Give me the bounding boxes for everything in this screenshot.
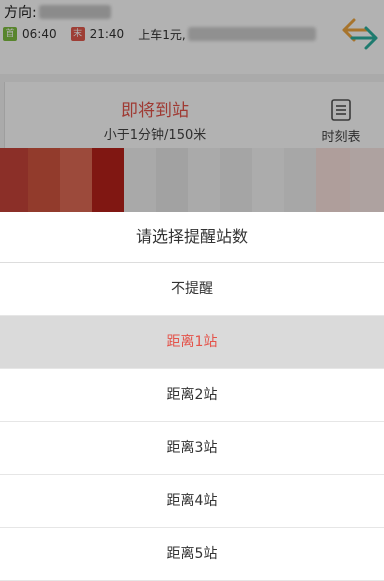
- option-1-stop[interactable]: 距离1站: [0, 316, 384, 369]
- modal-backdrop[interactable]: [0, 0, 384, 212]
- option-5-stops[interactable]: 距离5站: [0, 528, 384, 581]
- option-2-stops[interactable]: 距离2站: [0, 369, 384, 422]
- option-no-reminder[interactable]: 不提醒: [0, 263, 384, 316]
- sheet-title: 请选择提醒站数: [0, 212, 384, 263]
- option-3-stops[interactable]: 距离3站: [0, 422, 384, 475]
- option-4-stops[interactable]: 距离4站: [0, 475, 384, 528]
- reminder-stop-sheet: 请选择提醒站数 不提醒 距离1站 距离2站 距离3站 距离4站 距离5站: [0, 212, 384, 581]
